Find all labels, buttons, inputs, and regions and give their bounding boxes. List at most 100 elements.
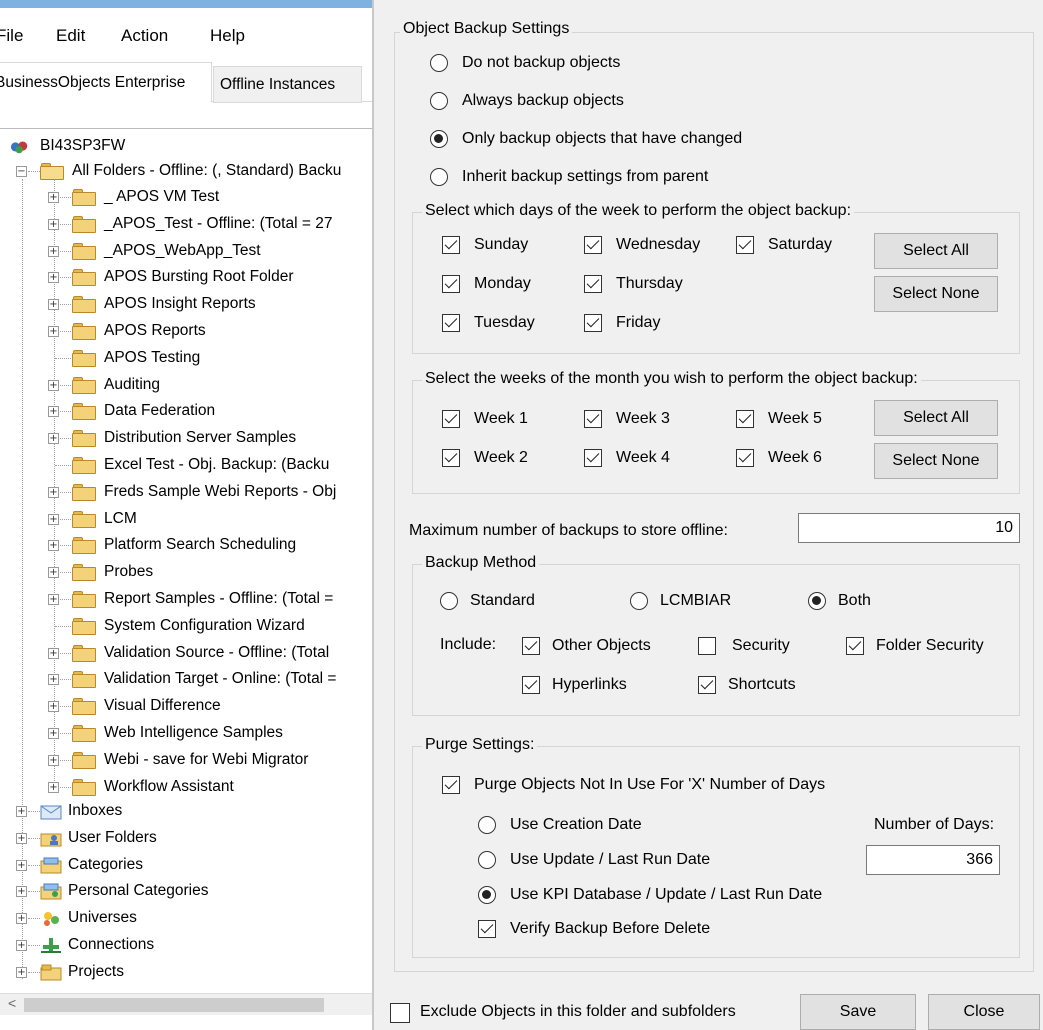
expand-toggle[interactable]: + xyxy=(16,806,27,817)
radio-use-kpi-database-button[interactable] xyxy=(478,886,496,904)
check-sunday-box[interactable] xyxy=(442,236,460,254)
tree-folder-item[interactable]: Visual Difference xyxy=(72,693,372,719)
expand-toggle[interactable]: + xyxy=(48,218,59,230)
expand-toggle[interactable]: + xyxy=(48,406,59,418)
horizontal-scrollbar[interactable]: < xyxy=(0,993,372,1015)
expand-toggle[interactable]: + xyxy=(48,701,59,713)
radio-do-not-backup-button[interactable] xyxy=(430,54,448,72)
radio-use-update-date-button[interactable] xyxy=(478,851,496,869)
radio-standard-button[interactable] xyxy=(440,592,458,610)
check-other-objects-box[interactable] xyxy=(522,637,540,655)
tree-top-item[interactable]: Universes xyxy=(40,905,370,931)
menu-edit[interactable]: Edit xyxy=(56,26,85,46)
tab-offline-instances[interactable]: Offline Instances xyxy=(213,66,362,103)
tree-folder-item[interactable]: _APOS_Test - Offline: (Total = 27 xyxy=(72,211,372,237)
collapse-toggle[interactable]: − xyxy=(16,166,27,177)
check-folder-security-box[interactable] xyxy=(846,637,864,655)
check-purge-objects-box[interactable] xyxy=(442,776,460,794)
check-week-3-box[interactable] xyxy=(584,410,602,428)
check-security-box[interactable] xyxy=(698,637,716,655)
check-friday-box[interactable] xyxy=(584,314,602,332)
menu-file[interactable]: File xyxy=(0,26,23,46)
check-exclude-objects-box[interactable] xyxy=(390,1003,410,1023)
tree-folder-item[interactable]: _ APOS VM Test xyxy=(72,184,372,210)
tree-top-item[interactable]: Connections xyxy=(40,932,370,958)
menu-action[interactable]: Action xyxy=(121,26,168,46)
save-button[interactable]: Save xyxy=(800,994,916,1030)
radio-lcmbiar-button[interactable] xyxy=(630,592,648,610)
check-tuesday-box[interactable] xyxy=(442,314,460,332)
expand-toggle[interactable]: + xyxy=(16,832,27,844)
expand-toggle[interactable]: + xyxy=(48,594,59,605)
expand-toggle[interactable]: + xyxy=(48,245,59,257)
tree-folder-item[interactable]: Webi - save for Webi Migrator xyxy=(72,747,372,773)
expand-toggle[interactable]: + xyxy=(48,379,59,391)
check-week-6-box[interactable] xyxy=(736,449,754,467)
tree-folder-item[interactable]: System Configuration Wizard xyxy=(72,613,372,639)
tree-top-item[interactable]: Categories xyxy=(40,852,370,878)
tree-folder-item[interactable]: APOS Insight Reports xyxy=(72,291,372,317)
radio-only-changed-button[interactable] xyxy=(430,130,448,148)
check-saturday-box[interactable] xyxy=(736,236,754,254)
tree-folder-item[interactable]: Validation Source - Offline: (Total xyxy=(72,640,372,666)
close-button[interactable]: Close xyxy=(928,994,1040,1030)
scroll-thumb[interactable] xyxy=(24,998,324,1012)
tree-folder-item[interactable]: Distribution Server Samples xyxy=(72,425,372,451)
expand-toggle[interactable]: + xyxy=(16,886,27,898)
expand-toggle[interactable]: + xyxy=(16,859,27,871)
tree-folder-item[interactable]: Data Federation xyxy=(72,398,372,424)
check-week-4-box[interactable] xyxy=(584,449,602,467)
tree-folder-item[interactable]: Web Intelligence Samples xyxy=(72,720,372,746)
folder-tree[interactable]: BI43SP3FW − All Folders - Offline: (, St… xyxy=(0,128,372,993)
max-backups-input[interactable]: 10 xyxy=(798,513,1020,543)
radio-use-creation-date-button[interactable] xyxy=(478,816,496,834)
tree-folder-item[interactable]: Report Samples - Offline: (Total = xyxy=(72,586,372,612)
radio-always-backup-button[interactable] xyxy=(430,92,448,110)
check-week-1-box[interactable] xyxy=(442,410,460,428)
tree-folder-item[interactable]: Probes xyxy=(72,559,372,585)
days-select-none-button[interactable]: Select None xyxy=(874,276,998,312)
tree-folder-item[interactable]: _APOS_WebApp_Test xyxy=(72,238,372,264)
menu-help[interactable]: Help xyxy=(210,26,245,46)
expand-toggle[interactable]: + xyxy=(48,299,59,311)
scroll-left-icon[interactable]: < xyxy=(8,995,16,1011)
expand-toggle[interactable]: + xyxy=(48,513,59,525)
expand-toggle[interactable]: + xyxy=(48,540,59,552)
tree-top-item[interactable]: User Folders xyxy=(40,825,370,851)
check-monday-box[interactable] xyxy=(442,275,460,293)
expand-toggle[interactable]: + xyxy=(48,567,59,579)
check-hyperlinks-box[interactable] xyxy=(522,676,540,694)
tree-top-item[interactable]: Projects xyxy=(40,959,370,985)
expand-toggle[interactable]: + xyxy=(16,966,27,978)
weeks-select-all-button[interactable]: Select All xyxy=(874,400,998,436)
radio-inherit-settings-button[interactable] xyxy=(430,168,448,186)
tree-folder-item[interactable]: Platform Search Scheduling xyxy=(72,532,372,558)
tree-all-folders[interactable]: All Folders - Offline: (, Standard) Back… xyxy=(40,158,370,184)
weeks-select-none-button[interactable]: Select None xyxy=(874,443,998,479)
expand-toggle[interactable]: + xyxy=(16,913,27,925)
expand-toggle[interactable]: + xyxy=(48,647,59,659)
tree-folder-item[interactable]: LCM xyxy=(72,506,372,532)
tree-root[interactable]: BI43SP3FW xyxy=(10,133,370,159)
days-select-all-button[interactable]: Select All xyxy=(874,233,998,269)
expand-toggle[interactable]: + xyxy=(48,272,59,284)
tree-folder-item[interactable]: Excel Test - Obj. Backup: (Backu xyxy=(72,452,372,478)
expand-toggle[interactable]: + xyxy=(48,486,59,498)
number-of-days-input[interactable]: 366 xyxy=(866,845,1000,875)
expand-toggle[interactable]: + xyxy=(48,433,59,445)
tree-folder-item[interactable]: Validation Target - Online: (Total = xyxy=(72,666,372,692)
tree-folder-item[interactable]: APOS Testing xyxy=(72,345,372,371)
radio-both-button[interactable] xyxy=(808,592,826,610)
check-verify-backup-box[interactable] xyxy=(478,920,496,938)
expand-toggle[interactable]: + xyxy=(48,674,59,686)
tree-top-item[interactable]: Inboxes xyxy=(40,798,370,824)
check-thursday-box[interactable] xyxy=(584,275,602,293)
check-week-5-box[interactable] xyxy=(736,410,754,428)
check-wednesday-box[interactable] xyxy=(584,236,602,254)
expand-toggle[interactable]: + xyxy=(48,326,59,337)
tree-folder-item[interactable]: APOS Reports xyxy=(72,318,372,344)
expand-toggle[interactable]: + xyxy=(16,940,27,951)
tree-folder-item[interactable]: APOS Bursting Root Folder xyxy=(72,264,372,290)
check-shortcuts-box[interactable] xyxy=(698,676,716,694)
expand-toggle[interactable]: + xyxy=(48,781,59,793)
